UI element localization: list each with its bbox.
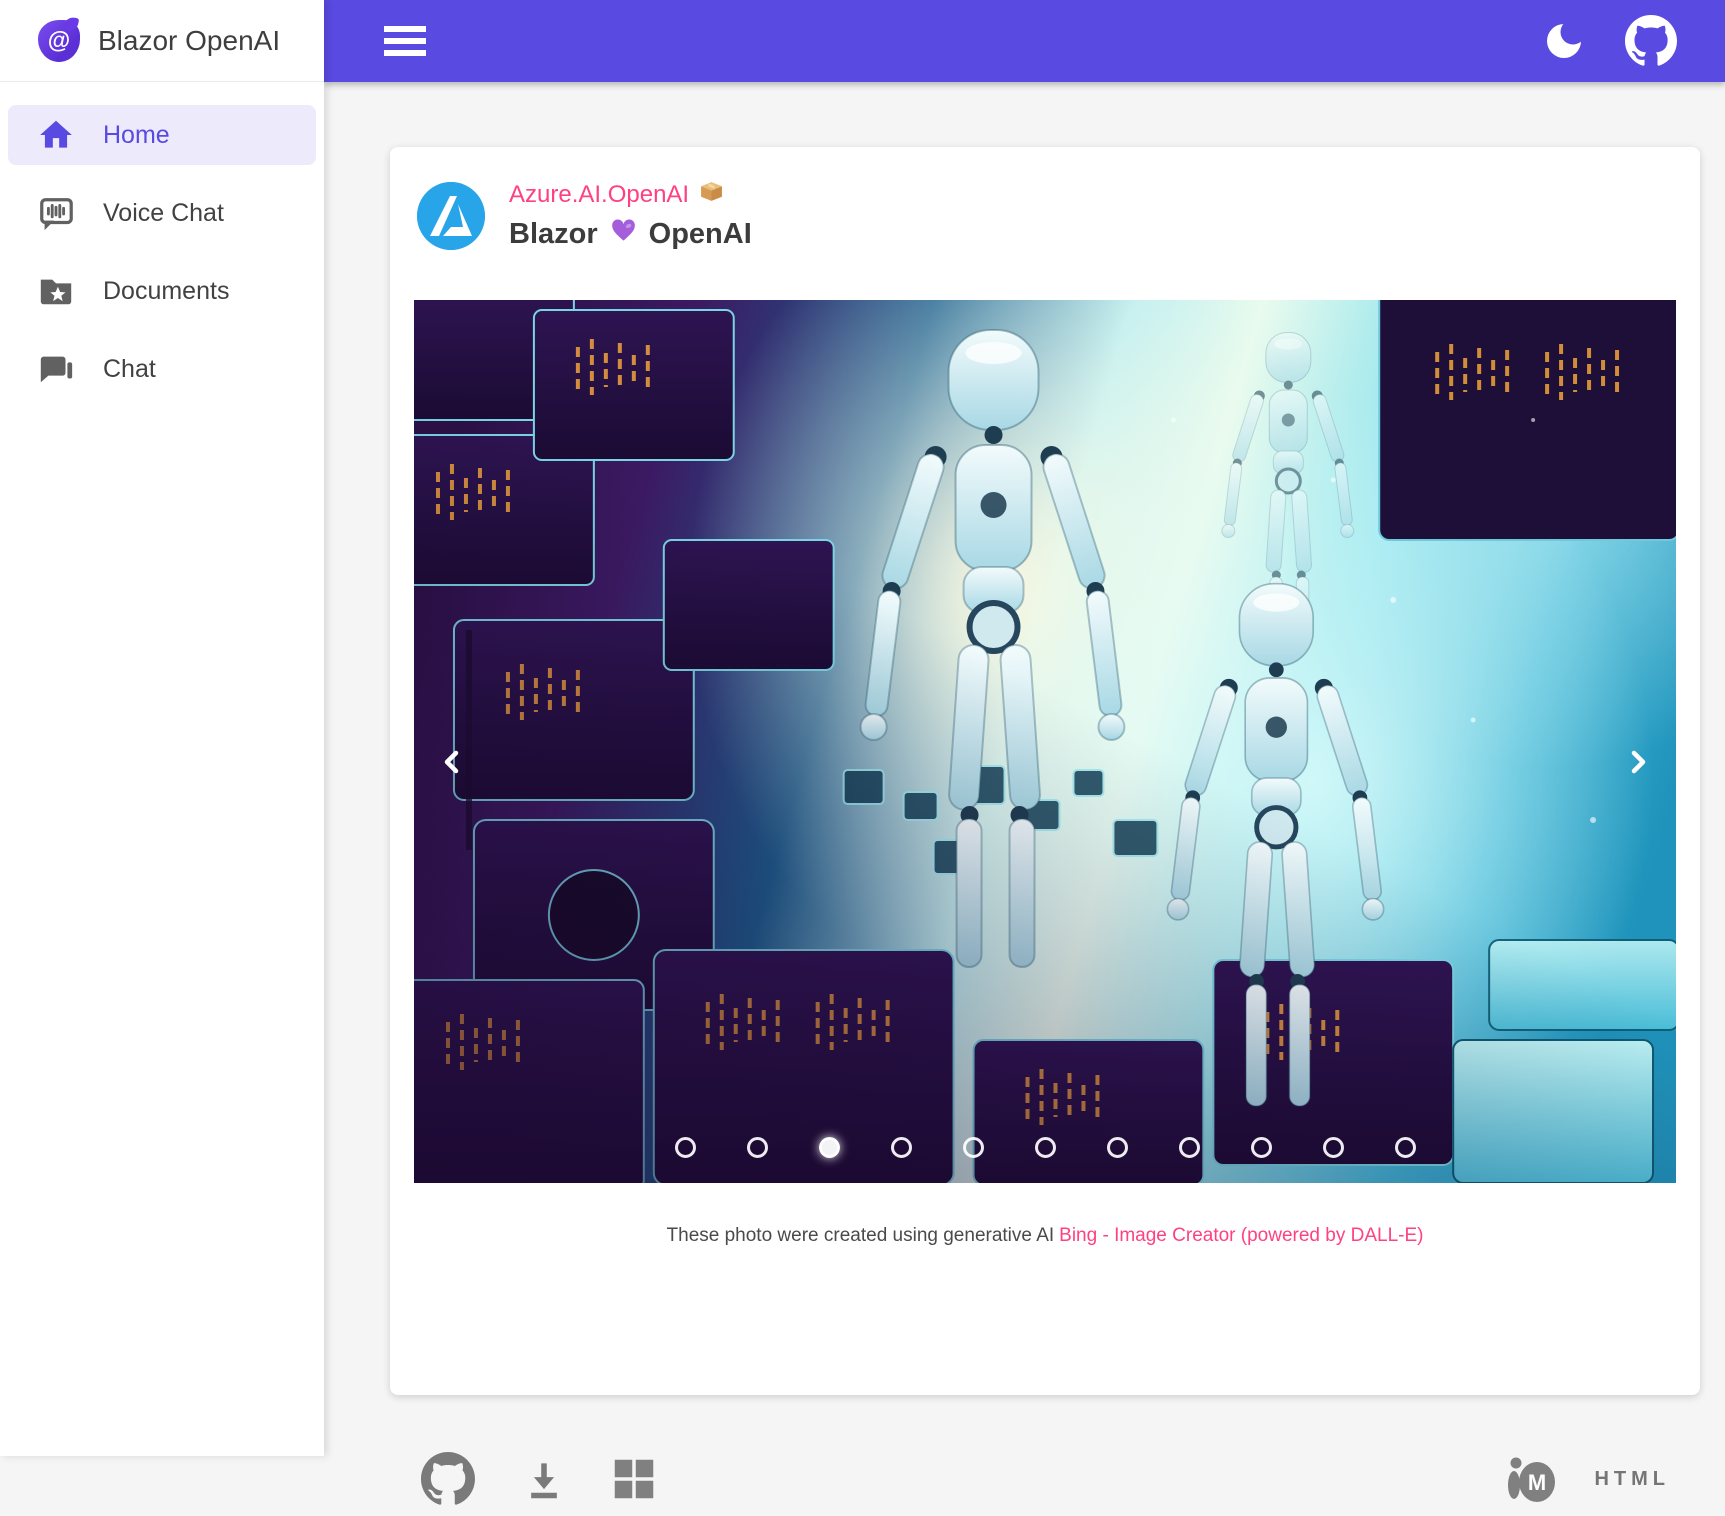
carousel-dot-9[interactable] [1251, 1137, 1272, 1158]
mudblazor-logo-icon[interactable]: M [1506, 1453, 1558, 1505]
documents-icon [36, 271, 76, 311]
carousel [414, 300, 1676, 1183]
carousel-dot-10[interactable] [1323, 1137, 1344, 1158]
package-emoji [699, 179, 724, 211]
chat-icon [36, 349, 76, 389]
github-icon[interactable] [1625, 15, 1677, 67]
html-badge[interactable]: HTML [1594, 1468, 1670, 1491]
blazor-logo-icon: @ [38, 20, 80, 62]
microsoft-grid-icon[interactable] [613, 1458, 655, 1500]
moon-icon[interactable] [1543, 20, 1585, 62]
card-title: Blazor OpenAI [509, 217, 752, 252]
post-card: Azure.AI.OpenAI Blazor [390, 147, 1700, 1395]
caption-text: These photo were created using generativ… [667, 1225, 1055, 1246]
title-suffix: OpenAI [649, 218, 752, 251]
carousel-image [414, 300, 1676, 1183]
carousel-dot-6[interactable] [1035, 1137, 1056, 1158]
hamburger-menu-icon[interactable] [384, 26, 426, 56]
azure-logo-avatar [417, 182, 485, 250]
carousel-dot-7[interactable] [1107, 1137, 1128, 1158]
sidebar-item-label: Documents [103, 277, 229, 306]
package-link[interactable]: Azure.AI.OpenAI [509, 179, 752, 211]
package-name: Azure.AI.OpenAI [509, 181, 689, 209]
github-icon[interactable] [421, 1452, 475, 1506]
carousel-dot-2[interactable] [747, 1137, 768, 1158]
sidebar-header: @ Blazor OpenAI [0, 0, 324, 82]
bing-image-creator-link[interactable]: Bing - Image Creator (powered by DALL-E) [1059, 1225, 1423, 1246]
svg-text:M: M [1528, 1470, 1546, 1495]
carousel-dot-11[interactable] [1395, 1137, 1416, 1158]
sidebar-item-chat[interactable]: Chat [8, 339, 316, 399]
sidebar-nav: Home Voice Chat Documents [0, 82, 324, 399]
caption: These photo were created using generativ… [390, 1225, 1700, 1247]
sidebar-item-label: Chat [103, 355, 156, 384]
sidebar-item-label: Voice Chat [103, 199, 224, 228]
sidebar-item-documents[interactable]: Documents [8, 261, 316, 321]
carousel-dot-5[interactable] [963, 1137, 984, 1158]
carousel-dot-8[interactable] [1179, 1137, 1200, 1158]
home-icon [36, 115, 76, 155]
sidebar-item-voice-chat[interactable]: Voice Chat [8, 183, 316, 243]
card-actions: M HTML [421, 1442, 1670, 1516]
carousel-prev-button[interactable] [430, 740, 474, 784]
carousel-dot-1[interactable] [675, 1137, 696, 1158]
carousel-dot-3[interactable] [819, 1137, 840, 1158]
sidebar: @ Blazor OpenAI Home Voice Chat [0, 0, 324, 1456]
carousel-next-button[interactable] [1616, 740, 1660, 784]
voice-chat-icon [36, 193, 76, 233]
card-header: Azure.AI.OpenAI Blazor [417, 179, 752, 252]
purple-heart-emoji [610, 217, 637, 252]
title-prefix: Blazor [509, 218, 598, 251]
carousel-dots [414, 1137, 1676, 1158]
carousel-dot-4[interactable] [891, 1137, 912, 1158]
sidebar-item-label: Home [103, 121, 170, 150]
main-content: Azure.AI.OpenAI Blazor [324, 82, 1725, 1456]
appbar [324, 0, 1725, 82]
download-icon[interactable] [522, 1457, 566, 1501]
app-title: Blazor OpenAI [98, 25, 280, 57]
sidebar-item-home[interactable]: Home [8, 105, 316, 165]
